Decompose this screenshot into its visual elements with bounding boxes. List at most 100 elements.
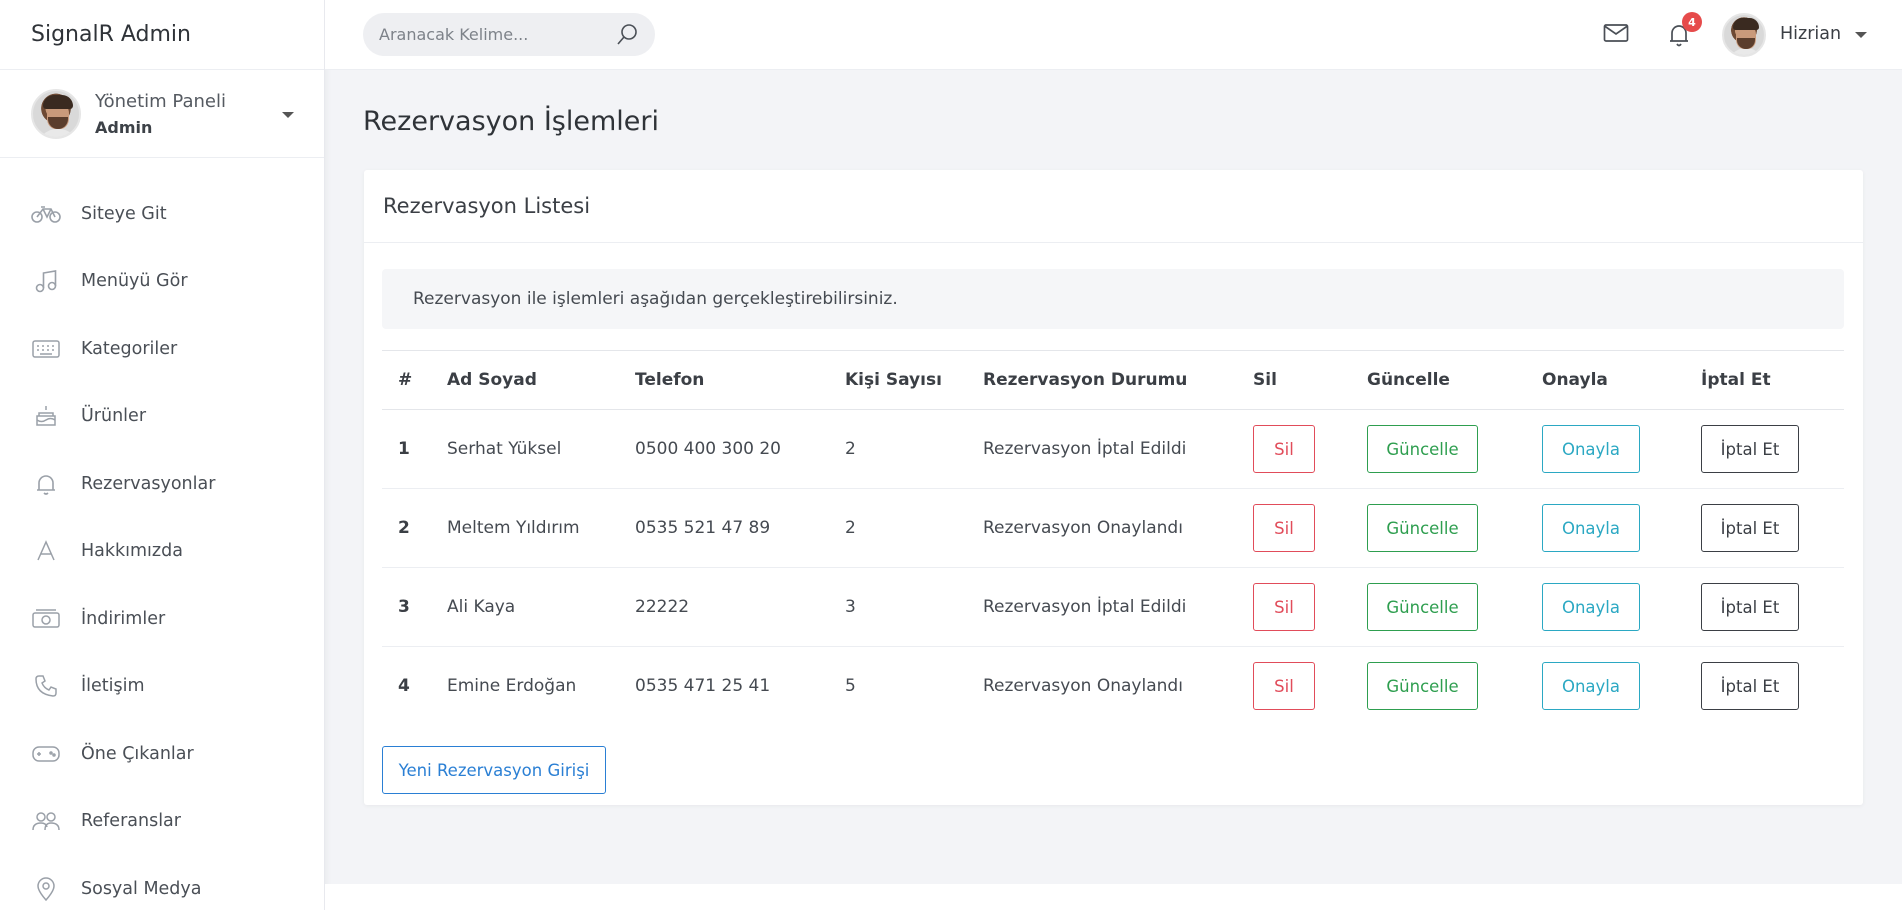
new-reservation-button[interactable]: Yeni Rezervasyon Girişi <box>382 746 606 794</box>
sidebar-profile[interactable]: Yönetim Paneli Admin <box>0 70 324 158</box>
delete-button[interactable]: Sil <box>1253 583 1315 631</box>
users-icon <box>31 809 61 833</box>
music-note-icon <box>31 269 61 293</box>
sidebar: SignalR Admin Yönetim Paneli Admin Sitey… <box>0 0 325 910</box>
row-status: Rezervasyon İptal Edildi <box>967 409 1237 489</box>
letter-a-icon <box>31 539 61 563</box>
sidebar-item-label: İndirimler <box>81 608 166 629</box>
row-status: Rezervasyon İptal Edildi <box>967 567 1237 647</box>
update-button[interactable]: Güncelle <box>1367 425 1478 473</box>
row-id: 4 <box>398 676 410 697</box>
sidebar-item-label: Hakkımızda <box>81 541 183 562</box>
row-phone: 22222 <box>619 567 829 647</box>
approve-button[interactable]: Onayla <box>1542 662 1640 711</box>
bell-icon <box>31 472 61 496</box>
user-name[interactable]: Hizrian <box>1780 24 1841 44</box>
table-row: 2 Meltem Yıldırım 0535 521 47 89 2 Rezer… <box>382 488 1844 568</box>
mail-icon[interactable] <box>1603 22 1629 48</box>
column-header: Kişi Sayısı <box>829 350 967 410</box>
row-phone: 0535 471 25 41 <box>635 676 771 697</box>
reservation-table: # Ad Soyad Telefon Kişi Sayısı Rezervasy… <box>382 350 1844 726</box>
sidebar-item-siteye-git[interactable]: Siteye Git <box>0 180 324 248</box>
sidebar-item-label: İletişim <box>81 676 145 697</box>
gamepad-icon <box>31 742 61 766</box>
table-header-row: # Ad Soyad Telefon Kişi Sayısı Rezervasy… <box>382 350 1844 410</box>
column-header: # <box>382 350 431 410</box>
sidebar-item-label: Ürünler <box>81 406 147 427</box>
brand-title[interactable]: SignalR Admin <box>0 0 324 70</box>
map-pin-icon <box>31 877 61 901</box>
chevron-down-icon[interactable] <box>1855 32 1867 38</box>
table-row: 4 Emine Erdoğan 0535 471 25 41 5 Rezerva… <box>382 647 1844 726</box>
sidebar-item-indirimler[interactable]: İndirimler <box>0 585 324 653</box>
footer <box>325 884 1902 910</box>
delete-button[interactable]: Sil <box>1253 662 1315 711</box>
update-button[interactable]: Güncelle <box>1367 662 1478 711</box>
sidebar-item-label: Referanslar <box>81 811 181 832</box>
row-count: 3 <box>829 567 967 647</box>
cancel-button[interactable]: İptal Et <box>1701 662 1799 711</box>
row-status: Rezervasyon Onaylandı <box>983 676 1183 697</box>
update-button[interactable]: Güncelle <box>1367 504 1478 552</box>
chevron-down-icon[interactable] <box>282 112 294 118</box>
delete-button[interactable]: Sil <box>1253 504 1315 552</box>
update-button[interactable]: Güncelle <box>1367 583 1478 631</box>
column-header: Güncelle <box>1351 350 1526 410</box>
search-box <box>363 13 655 56</box>
sidebar-item-hakkimizda[interactable]: Hakkımızda <box>0 518 324 586</box>
profile-name: Yönetim Paneli <box>95 90 226 112</box>
notification-badge: 4 <box>1682 12 1702 32</box>
sidebar-item-referanslar[interactable]: Referanslar <box>0 788 324 856</box>
reservation-card: Rezervasyon Listesi Rezervasyon ile işle… <box>364 170 1863 805</box>
row-id: 2 <box>382 488 431 568</box>
search-icon[interactable] <box>617 23 639 49</box>
user-avatar[interactable] <box>1722 13 1766 57</box>
sidebar-item-label: Siteye Git <box>81 203 167 224</box>
sidebar-item-label: Sosyal Medya <box>81 878 202 899</box>
sidebar-item-urunler[interactable]: Ürünler <box>0 383 324 451</box>
row-phone: 0535 521 47 89 <box>619 488 829 568</box>
cancel-button[interactable]: İptal Et <box>1701 425 1799 473</box>
sidebar-item-rezervasyonlar[interactable]: Rezervasyonlar <box>0 450 324 518</box>
approve-button[interactable]: Onayla <box>1542 425 1640 473</box>
row-count: 5 <box>845 676 856 697</box>
card-title: Rezervasyon Listesi <box>364 170 1863 243</box>
cake-icon <box>31 404 61 428</box>
phone-icon <box>31 674 61 698</box>
search-input[interactable] <box>363 25 603 44</box>
sidebar-item-label: Kategoriler <box>81 338 178 359</box>
row-name: Meltem Yıldırım <box>431 488 619 568</box>
sidebar-item-sosyal-medya[interactable]: Sosyal Medya <box>0 855 324 910</box>
cancel-button[interactable]: İptal Et <box>1701 504 1799 552</box>
keyboard-icon <box>31 337 61 361</box>
sidebar-item-label: Öne Çıkanlar <box>81 743 194 764</box>
topbar: 4 Hizrian <box>325 0 1902 70</box>
row-status: Rezervasyon Onaylandı <box>967 488 1237 568</box>
bicycle-icon <box>31 202 61 226</box>
row-name: Ali Kaya <box>431 567 619 647</box>
row-count: 2 <box>829 409 967 489</box>
table-row: 1 Serhat Yüksel 0500 400 300 20 2 Rezerv… <box>382 409 1844 489</box>
approve-button[interactable]: Onayla <box>1542 583 1640 631</box>
delete-button[interactable]: Sil <box>1253 425 1315 473</box>
avatar <box>31 88 81 139</box>
row-name: Serhat Yüksel <box>431 409 619 489</box>
sidebar-item-one-cikanlar[interactable]: Öne Çıkanlar <box>0 720 324 788</box>
cancel-button[interactable]: İptal Et <box>1701 583 1799 631</box>
profile-role: Admin <box>95 117 153 137</box>
row-id: 1 <box>382 409 431 489</box>
sidebar-item-label: Rezervasyonlar <box>81 473 216 494</box>
approve-button[interactable]: Onayla <box>1542 504 1640 552</box>
sidebar-menu: Siteye Git Menüyü Gör Kategoriler Ürünle… <box>0 158 324 910</box>
sidebar-item-label: Menüyü Gör <box>81 271 188 292</box>
column-header: Rezervasyon Durumu <box>967 350 1237 410</box>
money-icon <box>31 607 61 631</box>
table-row: 3 Ali Kaya 22222 3 Rezervasyon İptal Edi… <box>382 567 1844 647</box>
row-phone: 0500 400 300 20 <box>619 409 829 489</box>
column-header: Telefon <box>619 350 829 410</box>
sidebar-item-iletisim[interactable]: İletişim <box>0 653 324 721</box>
sidebar-item-kategoriler[interactable]: Kategoriler <box>0 315 324 383</box>
sidebar-item-menuyu-gor[interactable]: Menüyü Gör <box>0 248 324 316</box>
bell-icon[interactable]: 4 <box>1668 12 1702 52</box>
row-id: 3 <box>382 567 431 647</box>
